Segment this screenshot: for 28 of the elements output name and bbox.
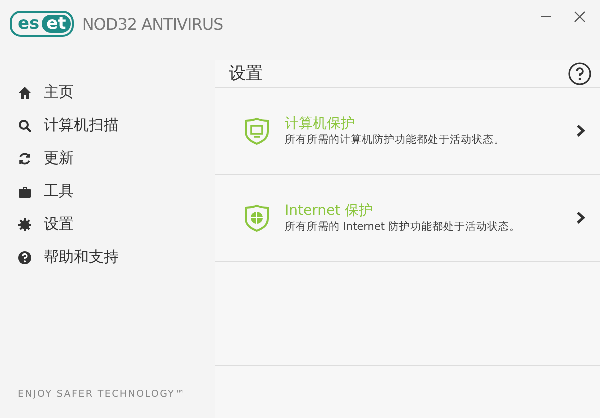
gear-icon: [18, 218, 32, 232]
settings-section-row[interactable]: 计算机保护 所有所需的计算机防护功能都处于活动状态。: [215, 88, 600, 175]
sidebar-item[interactable]: 工具: [18, 175, 215, 208]
section-title: Internet 保护: [285, 202, 374, 220]
page-title: 设置: [229, 63, 263, 85]
chevron-right-icon: [576, 211, 586, 225]
section-description: 所有所需的计算机防护功能都处于活动状态。: [285, 133, 506, 147]
help-icon: [18, 250, 32, 264]
sidebar-item[interactable]: 帮助和支持: [18, 241, 215, 274]
toolbox-icon: [18, 184, 32, 198]
search-icon: [18, 118, 32, 132]
shield-globe-icon: [243, 204, 271, 232]
eset-logo: es et: [10, 11, 74, 37]
section-description: 所有所需的 Internet 防护功能都处于活动状态。: [285, 220, 522, 234]
tagline: ENJOY SAFER TECHNOLOGY™: [18, 389, 187, 400]
sidebar-item[interactable]: 更新: [18, 142, 215, 175]
chevron-right-icon: [576, 124, 586, 138]
close-icon[interactable]: [574, 11, 586, 23]
sidebar-item[interactable]: 计算机扫描: [18, 109, 215, 142]
settings-section-row[interactable]: Internet 保护 所有所需的 Internet 防护功能都处于活动状态。: [215, 175, 600, 262]
sidebar-item[interactable]: 主页: [18, 76, 215, 109]
refresh-icon: [18, 152, 32, 166]
product-name: NOD32 ANTIVIRUS: [82, 14, 224, 34]
shield-monitor-icon: [243, 116, 271, 146]
home-icon: [18, 86, 32, 100]
sidebar-item[interactable]: 设置: [18, 208, 215, 241]
section-title: 计算机保护: [285, 115, 356, 133]
help-icon[interactable]: [568, 62, 592, 86]
